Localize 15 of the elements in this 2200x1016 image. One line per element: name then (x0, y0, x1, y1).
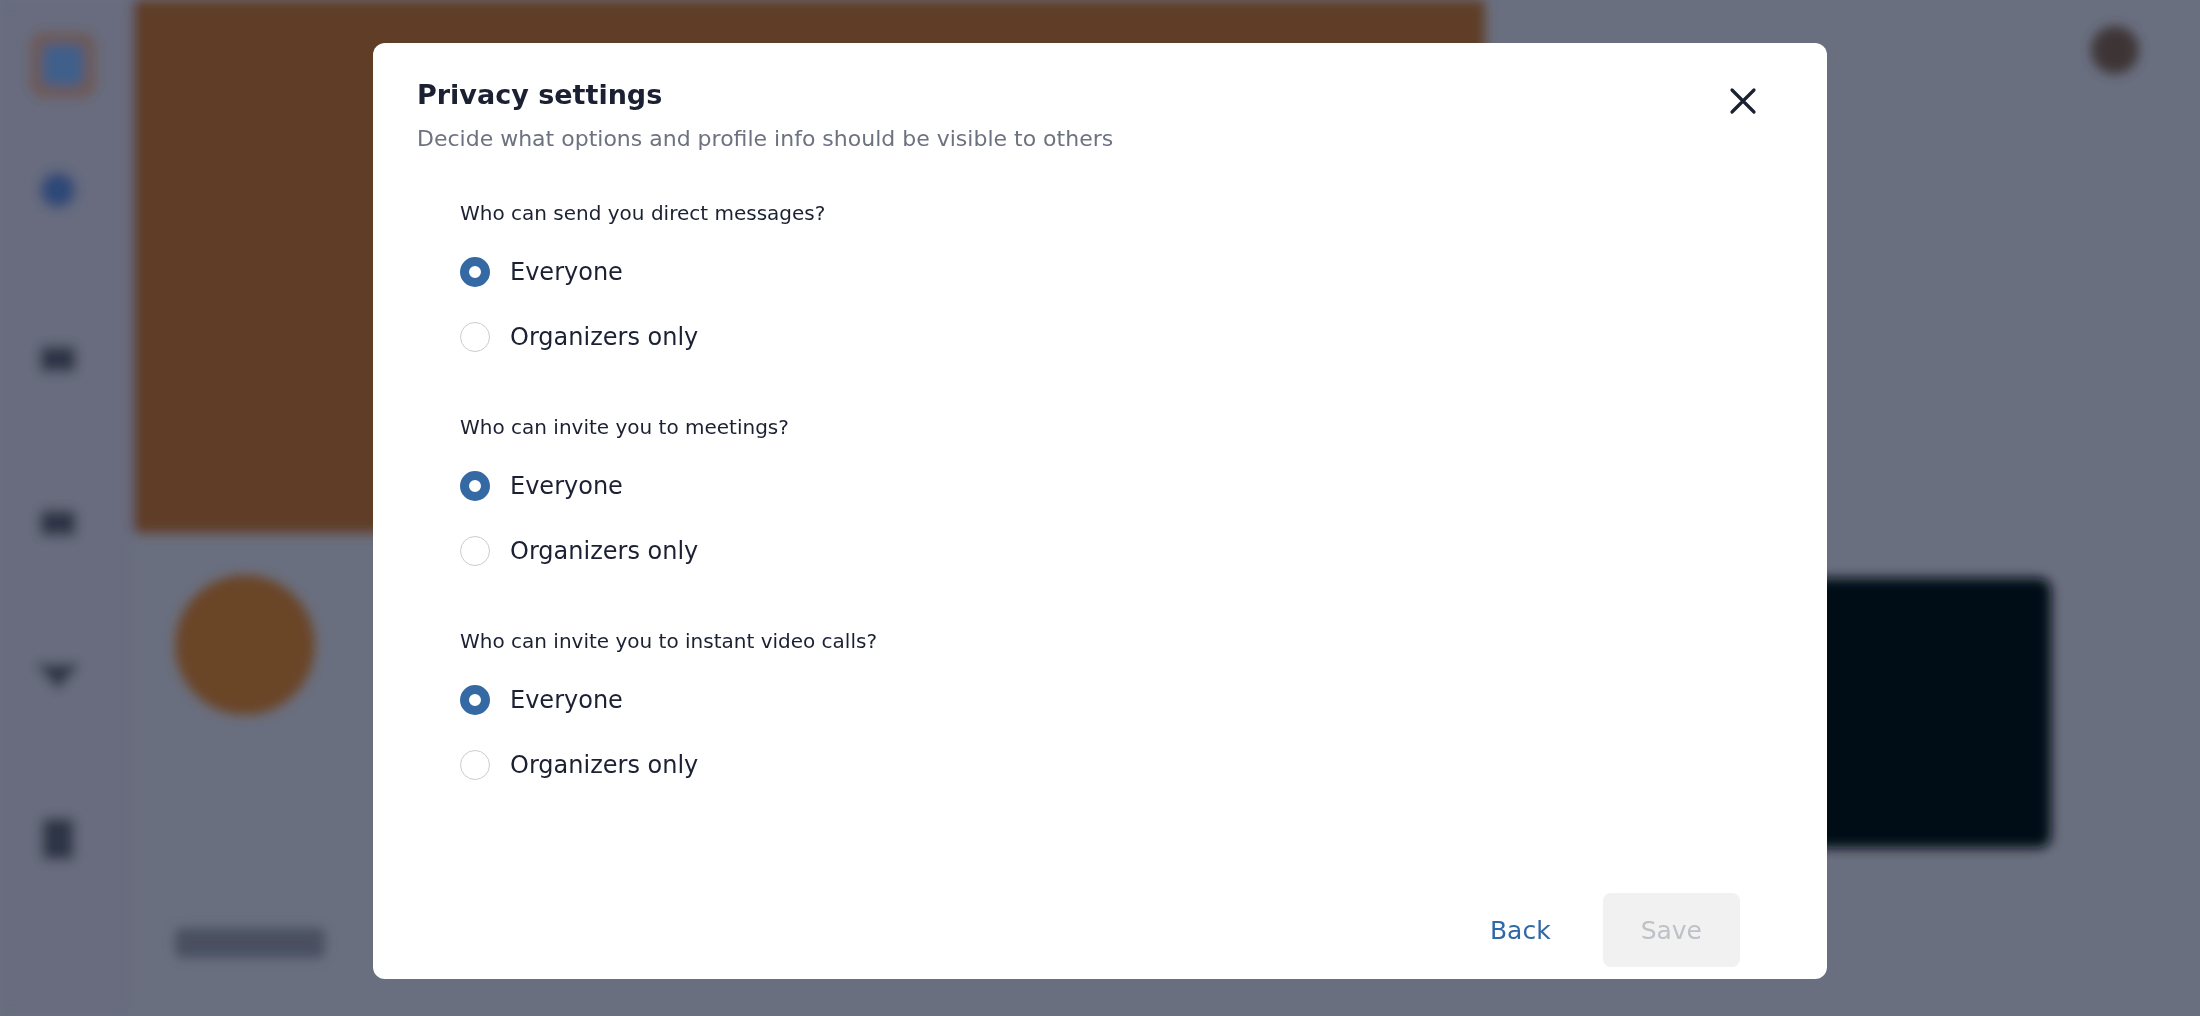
question-label: Who can send you direct messages? (460, 201, 827, 225)
radio-button[interactable] (460, 684, 490, 715)
radio-option[interactable]: Organizers only (460, 732, 699, 797)
radio-option[interactable]: Everyone (460, 239, 623, 304)
question-label: Who can invite you to meetings? (460, 415, 790, 439)
radio-option[interactable]: Everyone (460, 667, 623, 732)
radio-button[interactable] (460, 470, 490, 501)
dialog-subtitle: Decide what options and profile info should be visible to others (417, 126, 1114, 151)
back-link[interactable]: Back (1473, 893, 1567, 967)
radio-option[interactable]: Organizers only (460, 518, 699, 583)
question-label: Who can invite you to instant video calls? (460, 629, 878, 653)
radio-button[interactable] (460, 256, 490, 287)
radio-option[interactable]: Everyone (460, 453, 623, 518)
radio-option[interactable]: Organizers only (460, 304, 699, 369)
dialog-title: Privacy settings (417, 79, 664, 110)
